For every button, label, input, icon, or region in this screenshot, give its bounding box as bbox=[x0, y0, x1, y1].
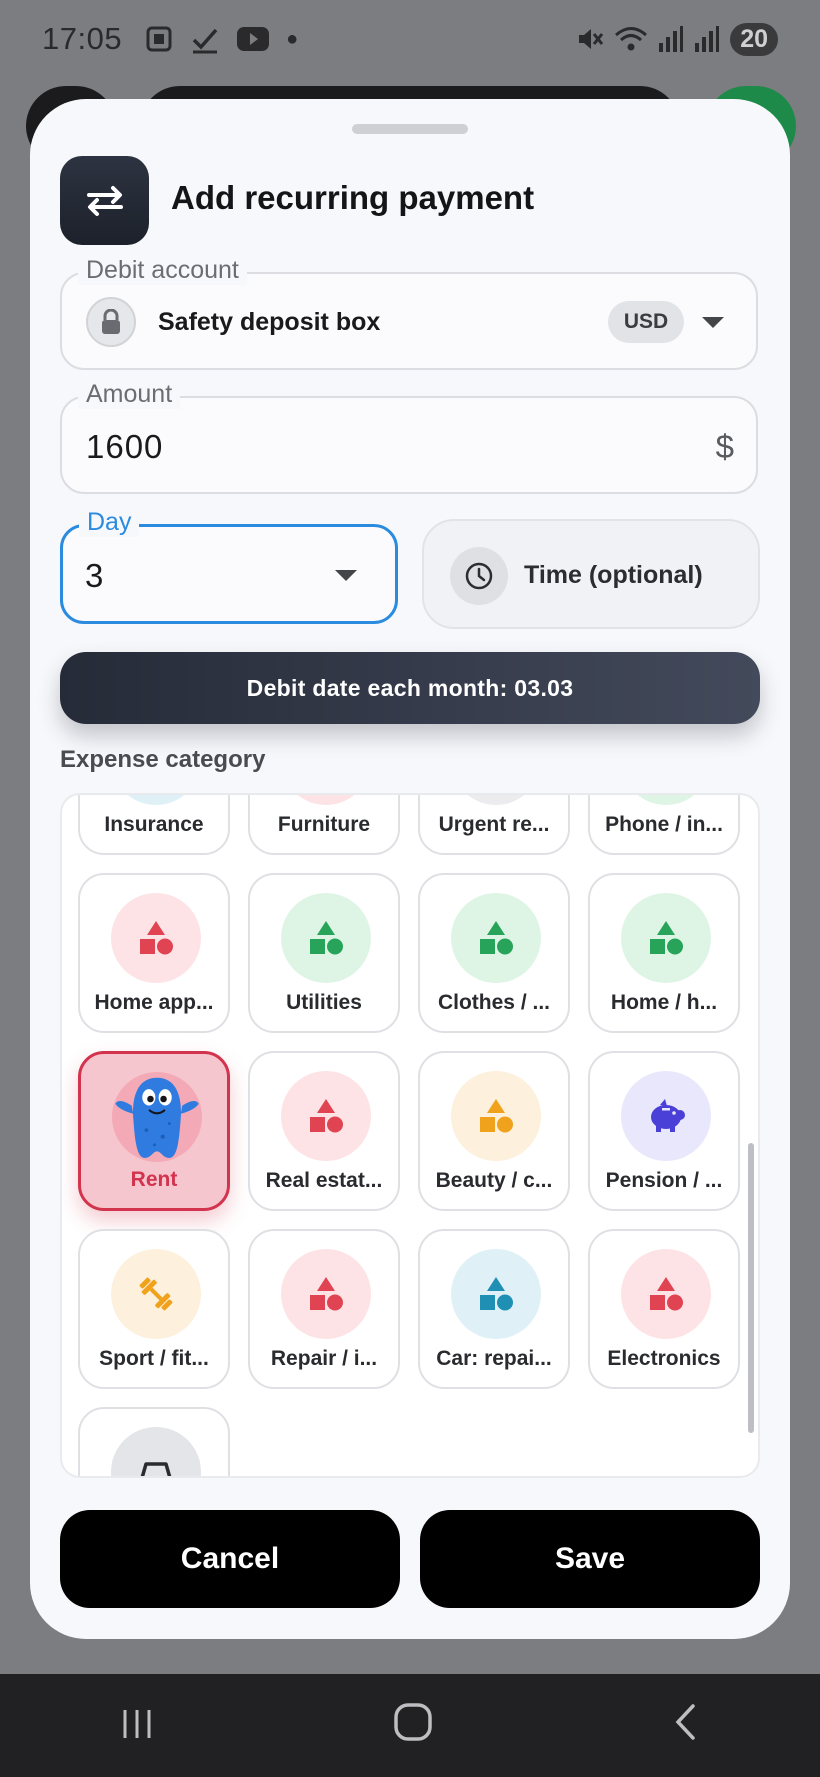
category-label: Car: repai... bbox=[436, 1347, 552, 1370]
system-navigation-bar bbox=[0, 1674, 820, 1777]
category-tile[interactable]: Insurance bbox=[78, 795, 230, 855]
shapes-icon bbox=[451, 795, 541, 805]
mute-icon bbox=[579, 29, 604, 49]
category-tile[interactable] bbox=[78, 1407, 230, 1476]
amount-input[interactable]: 1600 bbox=[86, 428, 163, 466]
shapes-icon bbox=[621, 1249, 711, 1339]
home-icon[interactable] bbox=[393, 1699, 433, 1753]
shapes-icon bbox=[451, 893, 541, 983]
mascot-icon bbox=[112, 1072, 202, 1162]
cancel-button[interactable]: Cancel bbox=[60, 1510, 400, 1608]
category-tile[interactable]: Home / h... bbox=[588, 873, 740, 1033]
dot-icon: ● bbox=[286, 27, 299, 50]
amount-field[interactable]: Amount 1600 $ bbox=[60, 380, 758, 494]
category-tile[interactable]: Furniture bbox=[248, 795, 400, 855]
expense-category-title: Expense category bbox=[60, 746, 266, 773]
check-icon bbox=[192, 28, 218, 54]
shapes-icon bbox=[281, 893, 371, 983]
add-recurring-payment-sheet: Add recurring payment Debit account Safe… bbox=[30, 99, 790, 1639]
status-time: 17:05 bbox=[42, 21, 123, 56]
sheet-title: Add recurring payment bbox=[171, 179, 535, 216]
category-tile[interactable]: Urgent re... bbox=[418, 795, 570, 855]
system-icons: 20 bbox=[574, 22, 778, 56]
debit-date-banner: Debit date each month: 03.03 bbox=[60, 652, 760, 724]
dumbbell-icon bbox=[111, 1249, 201, 1339]
category-label: Home app... bbox=[94, 991, 214, 1014]
scrollbar[interactable] bbox=[748, 1143, 754, 1433]
shapes-icon bbox=[281, 1071, 371, 1161]
shapes-icon bbox=[111, 893, 201, 983]
amount-legend: Amount bbox=[78, 380, 181, 409]
category-tile[interactable]: Utilities bbox=[248, 873, 400, 1033]
debit-account-legend: Debit account bbox=[78, 256, 247, 285]
category-label: Furniture bbox=[277, 813, 371, 836]
time-button-label: Time (optional) bbox=[524, 561, 703, 589]
category-tile[interactable]: Home app... bbox=[78, 873, 230, 1033]
wifi-icon bbox=[615, 27, 648, 51]
debit-account-name: Safety deposit box bbox=[158, 308, 381, 336]
expense-category-grid[interactable]: Insurance Furniture Urgent re... Phone / in… bbox=[60, 793, 760, 1478]
chevron-down-icon bbox=[335, 570, 357, 581]
day-legend: Day bbox=[79, 508, 140, 537]
day-value: 3 bbox=[85, 557, 104, 594]
time-optional-button[interactable]: Time (optional) bbox=[422, 519, 760, 629]
category-tile[interactable]: Electronics bbox=[588, 1229, 740, 1389]
category-tile[interactable]: Repair / i... bbox=[248, 1229, 400, 1389]
category-label: Rent bbox=[130, 1168, 178, 1191]
dollar-suffix: $ bbox=[715, 428, 734, 465]
piggy-bank-icon bbox=[621, 1071, 711, 1161]
category-label: Beauty / c... bbox=[435, 1169, 553, 1192]
category-label: Electronics bbox=[607, 1347, 721, 1370]
shapes-icon bbox=[451, 1249, 541, 1339]
debit-account-select[interactable]: Debit account Safety deposit box USD bbox=[60, 256, 758, 370]
category-tile[interactable]: Real estat... bbox=[248, 1051, 400, 1211]
car-icon bbox=[111, 1427, 201, 1476]
day-select[interactable]: Day 3 bbox=[60, 508, 398, 624]
status-bar: 17:05 ● 20 bbox=[0, 0, 820, 78]
shapes-icon bbox=[281, 795, 371, 805]
category-tile[interactable]: Phone / in... bbox=[588, 795, 740, 855]
shapes-icon bbox=[621, 795, 711, 805]
category-label: Sport / fit... bbox=[99, 1347, 209, 1370]
recent-apps-icon[interactable] bbox=[119, 1699, 155, 1753]
back-icon[interactable] bbox=[671, 1699, 701, 1753]
category-label: Utilities bbox=[286, 991, 362, 1014]
currency-badge: USD bbox=[608, 301, 684, 343]
category-label: Urgent re... bbox=[438, 813, 550, 836]
category-tile[interactable]: Clothes / ... bbox=[418, 873, 570, 1033]
shapes-icon bbox=[111, 795, 201, 805]
category-label: Repair / i... bbox=[270, 1347, 378, 1370]
category-label: Home / h... bbox=[610, 991, 718, 1014]
notification-icons: ● bbox=[144, 24, 298, 54]
signal-2-icon bbox=[695, 26, 720, 52]
category-label: Phone / in... bbox=[605, 813, 723, 836]
battery-indicator: 20 bbox=[730, 22, 778, 56]
category-label: Clothes / ... bbox=[437, 991, 550, 1014]
category-tile[interactable]: Rent bbox=[78, 1051, 230, 1211]
screenshot-icon bbox=[146, 26, 172, 52]
category-tile[interactable]: Car: repai... bbox=[418, 1229, 570, 1389]
category-label: Pension / ... bbox=[605, 1169, 723, 1192]
recurring-icon bbox=[60, 156, 149, 245]
clock-icon bbox=[450, 547, 508, 605]
category-label: Real estat... bbox=[265, 1169, 383, 1192]
category-tile[interactable]: Beauty / c... bbox=[418, 1051, 570, 1211]
save-button[interactable]: Save bbox=[420, 1510, 760, 1608]
sheet-drag-handle[interactable] bbox=[352, 124, 468, 134]
category-tile[interactable]: Pension / ... bbox=[588, 1051, 740, 1211]
shapes-icon bbox=[281, 1249, 371, 1339]
youtube-icon bbox=[237, 27, 270, 51]
shapes-icon bbox=[451, 1071, 541, 1161]
chevron-down-icon bbox=[702, 317, 724, 328]
category-tile[interactable]: Sport / fit... bbox=[78, 1229, 230, 1389]
shapes-icon bbox=[621, 893, 711, 983]
lock-icon bbox=[86, 297, 136, 347]
category-label: Insurance bbox=[104, 813, 204, 836]
signal-icon bbox=[659, 26, 684, 52]
